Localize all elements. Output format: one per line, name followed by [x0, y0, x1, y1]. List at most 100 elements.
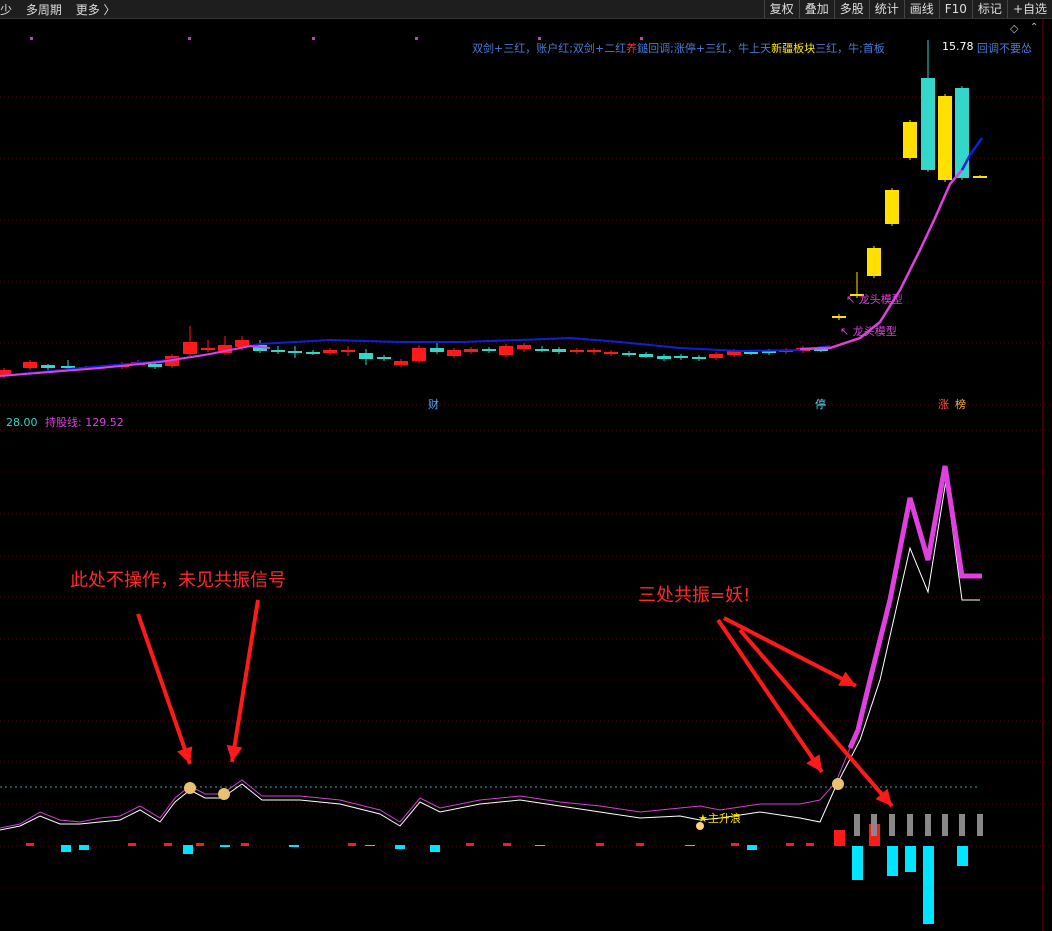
indicator-legend: 双剑+三红，账户红;双剑+二红养鎚回调;涨停+三红，牛上天新疆板块三红，牛;首板 — [472, 40, 885, 56]
candle-body — [885, 190, 899, 224]
cyan-bar — [395, 845, 405, 849]
red-bar — [636, 843, 644, 846]
max-price-tag: 15.78 — [942, 40, 974, 53]
red-bar — [241, 843, 249, 846]
cyan-bar — [61, 845, 71, 852]
candle-body — [692, 357, 706, 359]
legend-part8: 回调不要怂 — [977, 42, 1032, 55]
candle-body — [341, 350, 355, 352]
rise-tag[interactable]: 涨 — [938, 396, 949, 412]
legend-part7: 首板 — [862, 42, 885, 55]
board-tag[interactable]: 榜 — [955, 396, 966, 412]
money-bag-icon — [218, 788, 230, 800]
kline-chart[interactable] — [0, 0, 1052, 931]
candle-body — [306, 352, 320, 354]
red-bar — [731, 843, 739, 846]
lower-legend-value: 28.00 — [6, 416, 38, 429]
candle-body — [832, 316, 846, 318]
candle-body — [23, 362, 37, 368]
candle-body — [955, 88, 969, 178]
red-bar — [503, 843, 511, 846]
candle-body — [482, 349, 496, 351]
lower-legend-label: 持股线: — [45, 416, 82, 429]
legend-part2: 养 — [626, 42, 638, 55]
red-bar — [196, 843, 204, 846]
dragon-model-marker-1: ↖ 龙头模型 — [846, 293, 903, 306]
grey-signal-bar — [925, 814, 931, 836]
red-bar — [128, 843, 136, 846]
hold-line-white — [0, 479, 980, 831]
signal-dot — [415, 37, 418, 40]
candle-body — [359, 353, 373, 359]
diamond-icon[interactable]: ◇ — [1010, 22, 1018, 35]
cyan-bar — [430, 845, 440, 852]
hold-line-magenta-thick — [847, 465, 982, 750]
candle-body — [657, 356, 671, 359]
candle-body — [744, 352, 758, 354]
red-arrow — [738, 628, 894, 808]
candle-body — [61, 366, 75, 368]
signal-dot — [312, 37, 315, 40]
candle-body — [412, 348, 426, 361]
candle-body — [183, 342, 197, 354]
financial-report-tag[interactable]: 财 — [428, 396, 439, 412]
candle-body — [709, 354, 723, 358]
cyan-bar — [535, 845, 545, 846]
grey-signal-bar — [942, 814, 948, 836]
legend-part1: 双剑+三红，账户红;双剑+二红 — [472, 42, 627, 55]
red-arrowhead — [226, 744, 243, 762]
candle-body — [973, 176, 987, 178]
cyan-bar — [183, 845, 193, 854]
cyan-bar-large — [957, 846, 968, 866]
candle-body — [430, 348, 444, 352]
grey-signal-bar — [959, 814, 965, 836]
candle-body — [271, 350, 285, 352]
candle-body — [903, 122, 917, 158]
candle-body — [587, 350, 601, 352]
red-arrowhead — [806, 754, 822, 772]
chevron-up-icon[interactable]: ⌃ — [1030, 22, 1038, 33]
grey-signal-bar — [854, 814, 860, 836]
main-rise-label: ★主升浪 — [698, 812, 741, 825]
candle-body — [447, 350, 461, 356]
cyan-bar-large — [905, 846, 916, 872]
legend-part6: 三红，牛; — [815, 42, 863, 55]
cyan-bar — [220, 845, 230, 847]
red-arrow — [230, 599, 260, 763]
candle-body — [535, 349, 549, 351]
red-arrow — [136, 613, 192, 765]
candle-body — [570, 350, 584, 352]
candle-body — [622, 353, 636, 355]
red-bar — [786, 843, 794, 846]
candle-body — [921, 78, 935, 170]
candle-body — [394, 361, 408, 365]
candle-body — [499, 346, 513, 355]
red-bar-large — [834, 830, 845, 846]
legend-part5: 新疆板块 — [771, 42, 816, 55]
candle-body — [938, 96, 952, 180]
candle-body — [517, 345, 531, 349]
grey-signal-bar — [871, 814, 877, 836]
legend-part3: 鎚回调; — [637, 42, 674, 55]
candle-body — [377, 357, 391, 359]
money-bag-icon — [184, 782, 196, 794]
candle-body — [41, 365, 55, 368]
cyan-bar-large — [923, 846, 934, 924]
cyan-bar — [747, 845, 757, 850]
cyan-bar-large — [887, 846, 898, 876]
candle-body — [604, 352, 618, 354]
red-bar — [806, 843, 814, 846]
limit-tag[interactable]: 停 — [815, 396, 826, 412]
candle-body — [639, 354, 653, 357]
lower-legend-line-value: 129.52 — [85, 416, 124, 429]
candle-body — [464, 349, 478, 352]
cyan-bar — [365, 845, 375, 846]
candle-body — [552, 349, 566, 352]
candle-body — [867, 248, 881, 276]
red-arrow — [723, 616, 857, 688]
red-bar — [164, 843, 172, 846]
annotation-resonance: 三处共振=妖! — [638, 585, 751, 606]
red-bar — [26, 843, 34, 846]
cyan-bar — [289, 845, 299, 847]
signal-dot — [188, 37, 191, 40]
